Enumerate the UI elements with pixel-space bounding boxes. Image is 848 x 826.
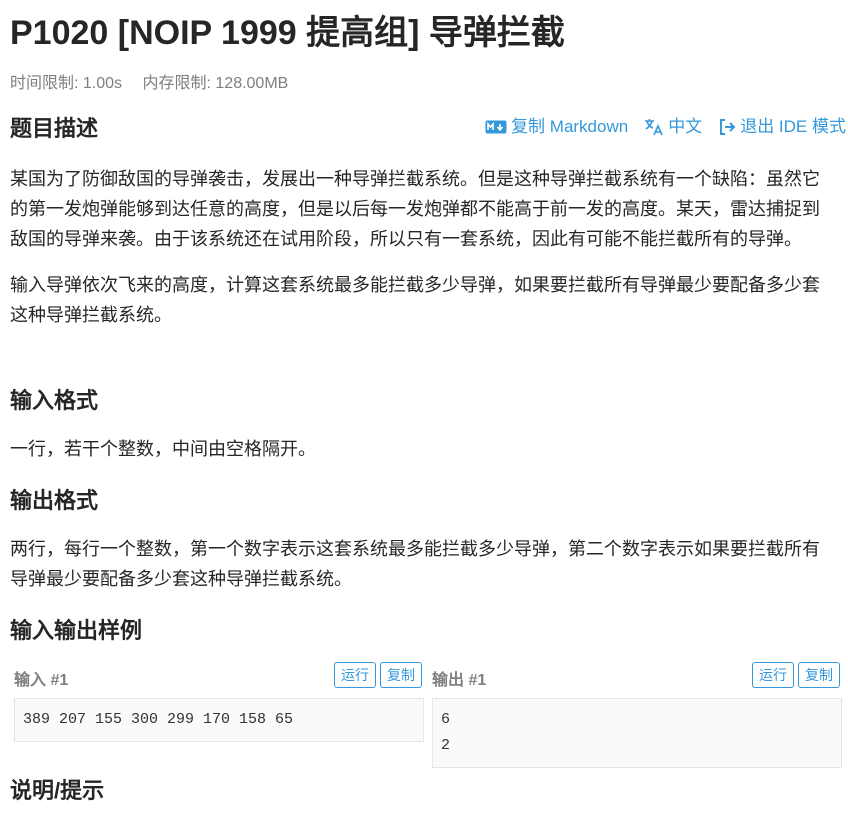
description-paragraph-1: 某国为了防御敌国的导弹袭击，发展出一种导弹拦截系统。但是这种导弹拦截系统有一个缺… (10, 169, 820, 249)
toolbar-actions: 复制 Markdown 中文 退出 IDE 模式 (485, 114, 846, 140)
description-body: 某国为了防御敌国的导弹袭击，发展出一种导弹拦截系统。但是这种导弹拦截系统有一个缺… (10, 164, 836, 330)
exit-ide-label: 退出 IDE 模式 (740, 117, 846, 136)
copy-input-button[interactable]: 复制 (380, 662, 422, 688)
language-toggle-button[interactable]: 中文 (644, 114, 702, 140)
exit-icon (718, 118, 736, 136)
output-format-text: 两行，每行一个整数，第一个数字表示这套系统最多能拦截多少导弹，第二个数字表示如果… (10, 539, 820, 589)
sample-input-label: 输入 #1 (14, 672, 69, 689)
exit-ide-button[interactable]: 退出 IDE 模式 (718, 114, 846, 140)
memory-limit: 内存限制: 128.00MB (142, 75, 289, 92)
time-limit: 时间限制: 1.00s (10, 75, 123, 92)
page-title: P1020 [NOIP 1999 提高组] 导弹拦截 (10, 14, 565, 52)
sample-input: 输入 #1 运行 复制 389 207 155 300 299 170 158 … (14, 660, 424, 742)
sample-output: 输出 #1 运行 复制 6 2 (432, 660, 842, 768)
samples-heading: 输入输出样例 (10, 618, 143, 643)
sample-io: 输入 #1 运行 复制 389 207 155 300 299 170 158 … (14, 660, 844, 770)
copy-markdown-button[interactable]: 复制 Markdown (485, 114, 628, 140)
language-label: 中文 (668, 117, 703, 136)
description-paragraph-2: 输入导弹依次飞来的高度，计算这套系统最多能拦截多少导弹，如果要拦截所有导弹最少要… (10, 275, 820, 325)
input-format-text: 一行，若干个整数，中间由空格隔开。 (10, 439, 316, 459)
output-format-heading: 输出格式 (10, 488, 99, 513)
sample-output-label: 输出 #1 (432, 672, 487, 689)
copy-output-button[interactable]: 复制 (798, 662, 840, 688)
run-input-button[interactable]: 运行 (334, 662, 376, 688)
sample-output-box[interactable]: 6 2 (432, 698, 842, 768)
problem-limits: 时间限制: 1.00s 内存限制: 128.00MB (10, 72, 304, 96)
sample-input-box[interactable]: 389 207 155 300 299 170 158 65 (14, 698, 424, 742)
input-format-heading: 输入格式 (10, 388, 99, 413)
run-output-button[interactable]: 运行 (752, 662, 794, 688)
markdown-icon (485, 120, 507, 134)
copy-markdown-label: 复制 Markdown (511, 117, 629, 136)
description-heading: 题目描述 (10, 116, 99, 141)
hint-heading: 说明/提示 (10, 778, 105, 803)
translate-icon (644, 118, 664, 136)
